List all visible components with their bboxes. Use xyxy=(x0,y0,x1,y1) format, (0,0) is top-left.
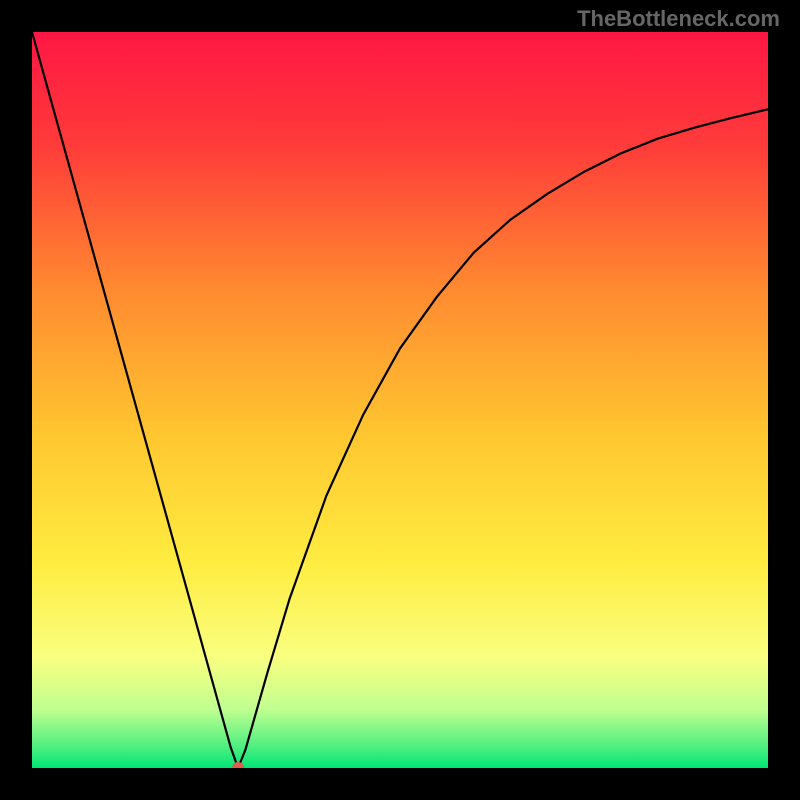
chart-svg xyxy=(32,32,768,768)
chart-container: TheBottleneck.com xyxy=(0,0,800,800)
gradient-background xyxy=(32,32,768,768)
plot-area xyxy=(32,32,768,768)
watermark-text: TheBottleneck.com xyxy=(577,6,780,32)
